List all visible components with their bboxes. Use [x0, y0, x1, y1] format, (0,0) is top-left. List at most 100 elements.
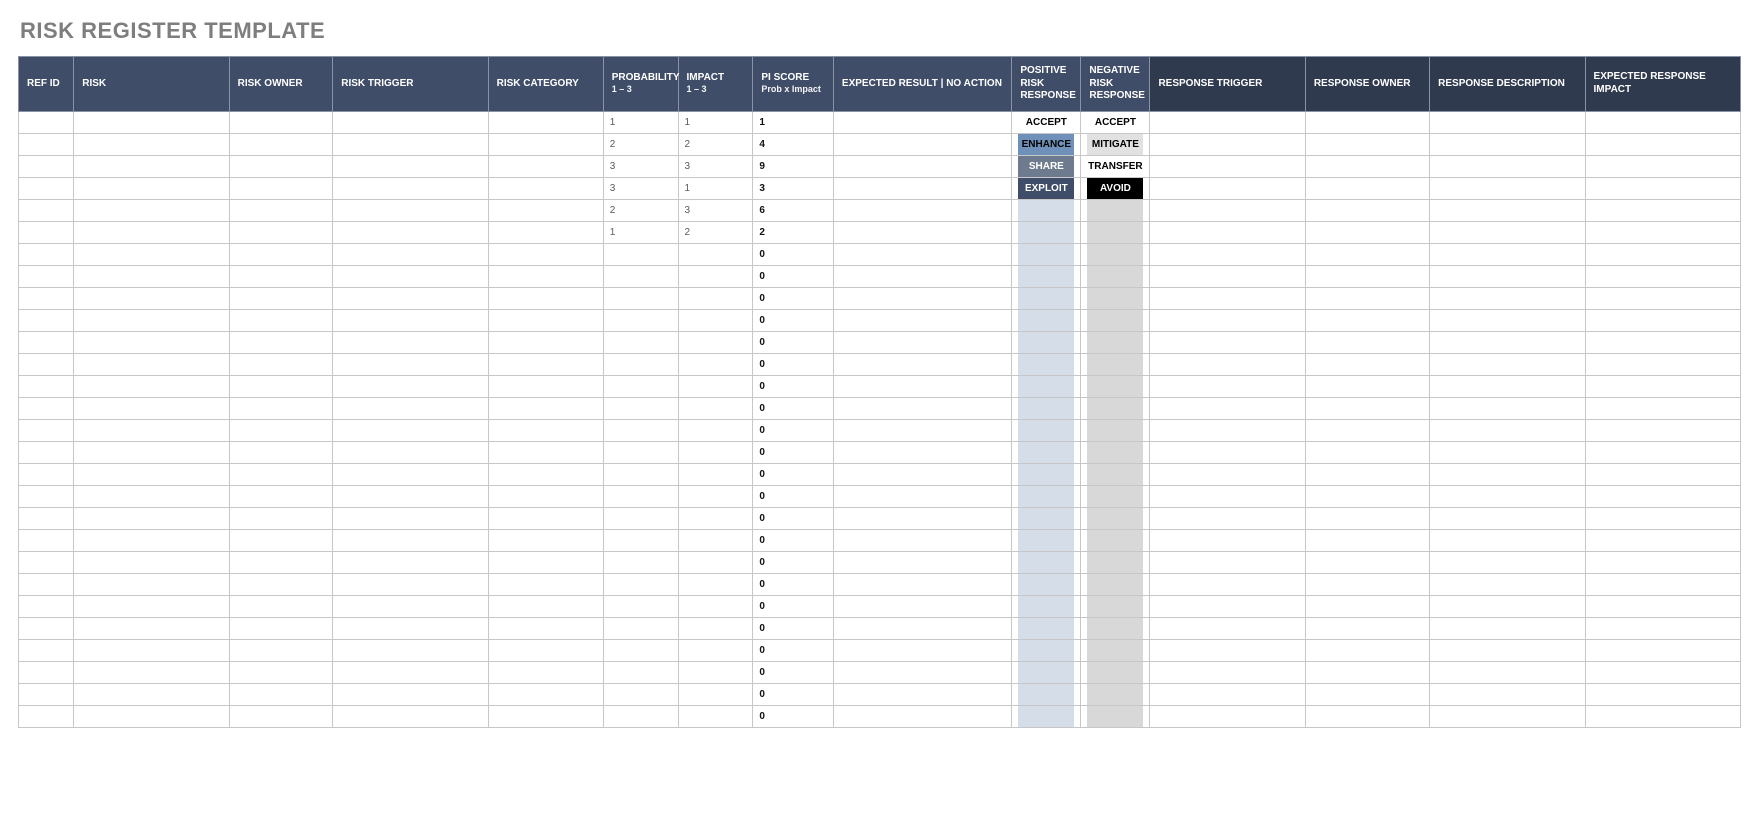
- cell-response-trigger[interactable]: [1150, 485, 1305, 507]
- cell-response-impact[interactable]: [1585, 463, 1740, 485]
- cell-expected[interactable]: [833, 573, 1011, 595]
- cell-response-trigger[interactable]: [1150, 331, 1305, 353]
- cell-probability[interactable]: [603, 265, 678, 287]
- cell-probability[interactable]: [603, 705, 678, 727]
- cell-owner[interactable]: [229, 177, 333, 199]
- cell-response-impact[interactable]: [1585, 397, 1740, 419]
- cell-risk[interactable]: [74, 441, 229, 463]
- cell-response-trigger[interactable]: [1150, 705, 1305, 727]
- cell-owner[interactable]: [229, 331, 333, 353]
- cell-negative-response[interactable]: [1081, 463, 1150, 485]
- cell-negative-response[interactable]: TRANSFER: [1081, 155, 1150, 177]
- cell-negative-response[interactable]: [1081, 441, 1150, 463]
- cell-response-owner[interactable]: [1305, 243, 1429, 265]
- cell-positive-response[interactable]: [1012, 507, 1081, 529]
- cell-risk[interactable]: [74, 309, 229, 331]
- cell-response-impact[interactable]: [1585, 661, 1740, 683]
- cell-risk[interactable]: [74, 507, 229, 529]
- cell-negative-response[interactable]: [1081, 199, 1150, 221]
- cell-response-owner[interactable]: [1305, 309, 1429, 331]
- cell-impact[interactable]: [678, 353, 753, 375]
- cell-impact[interactable]: [678, 265, 753, 287]
- cell-negative-response[interactable]: [1081, 639, 1150, 661]
- cell-impact[interactable]: [678, 639, 753, 661]
- cell-response-impact[interactable]: [1585, 639, 1740, 661]
- cell-response-impact[interactable]: [1585, 111, 1740, 133]
- cell-expected[interactable]: [833, 705, 1011, 727]
- cell-trigger[interactable]: [333, 243, 488, 265]
- cell-positive-response[interactable]: [1012, 441, 1081, 463]
- cell-risk[interactable]: [74, 155, 229, 177]
- cell-risk[interactable]: [74, 243, 229, 265]
- cell-ref[interactable]: [19, 639, 74, 661]
- cell-negative-response[interactable]: [1081, 661, 1150, 683]
- cell-positive-response[interactable]: [1012, 573, 1081, 595]
- cell-risk[interactable]: [74, 287, 229, 309]
- cell-risk[interactable]: [74, 661, 229, 683]
- cell-expected[interactable]: [833, 353, 1011, 375]
- cell-response-trigger[interactable]: [1150, 177, 1305, 199]
- cell-owner[interactable]: [229, 463, 333, 485]
- cell-risk[interactable]: [74, 463, 229, 485]
- cell-response-description[interactable]: [1430, 111, 1585, 133]
- cell-owner[interactable]: [229, 639, 333, 661]
- cell-response-description[interactable]: [1430, 529, 1585, 551]
- cell-positive-response[interactable]: [1012, 463, 1081, 485]
- cell-impact[interactable]: [678, 441, 753, 463]
- cell-category[interactable]: [488, 331, 603, 353]
- cell-positive-response[interactable]: [1012, 375, 1081, 397]
- cell-impact[interactable]: 2: [678, 221, 753, 243]
- cell-owner[interactable]: [229, 617, 333, 639]
- cell-expected[interactable]: [833, 551, 1011, 573]
- cell-risk[interactable]: [74, 683, 229, 705]
- cell-response-impact[interactable]: [1585, 485, 1740, 507]
- cell-owner[interactable]: [229, 683, 333, 705]
- cell-response-trigger[interactable]: [1150, 661, 1305, 683]
- cell-impact[interactable]: 1: [678, 111, 753, 133]
- cell-response-trigger[interactable]: [1150, 683, 1305, 705]
- cell-risk[interactable]: [74, 199, 229, 221]
- cell-owner[interactable]: [229, 111, 333, 133]
- cell-risk[interactable]: [74, 265, 229, 287]
- cell-response-impact[interactable]: [1585, 221, 1740, 243]
- cell-owner[interactable]: [229, 595, 333, 617]
- cell-response-trigger[interactable]: [1150, 309, 1305, 331]
- cell-ref[interactable]: [19, 287, 74, 309]
- cell-impact[interactable]: [678, 529, 753, 551]
- cell-owner[interactable]: [229, 287, 333, 309]
- cell-ref[interactable]: [19, 573, 74, 595]
- cell-impact[interactable]: [678, 573, 753, 595]
- cell-owner[interactable]: [229, 133, 333, 155]
- cell-owner[interactable]: [229, 551, 333, 573]
- cell-response-description[interactable]: [1430, 639, 1585, 661]
- cell-positive-response[interactable]: [1012, 309, 1081, 331]
- cell-category[interactable]: [488, 485, 603, 507]
- cell-impact[interactable]: [678, 683, 753, 705]
- cell-response-impact[interactable]: [1585, 551, 1740, 573]
- cell-owner[interactable]: [229, 485, 333, 507]
- cell-positive-response[interactable]: [1012, 419, 1081, 441]
- cell-negative-response[interactable]: [1081, 683, 1150, 705]
- cell-trigger[interactable]: [333, 683, 488, 705]
- cell-response-owner[interactable]: [1305, 419, 1429, 441]
- cell-impact[interactable]: [678, 507, 753, 529]
- cell-impact[interactable]: [678, 551, 753, 573]
- cell-expected[interactable]: [833, 375, 1011, 397]
- cell-negative-response[interactable]: [1081, 573, 1150, 595]
- cell-positive-response[interactable]: [1012, 705, 1081, 727]
- cell-negative-response[interactable]: [1081, 551, 1150, 573]
- cell-response-description[interactable]: [1430, 661, 1585, 683]
- cell-category[interactable]: [488, 155, 603, 177]
- cell-owner[interactable]: [229, 507, 333, 529]
- cell-positive-response[interactable]: [1012, 397, 1081, 419]
- cell-impact[interactable]: [678, 243, 753, 265]
- cell-category[interactable]: [488, 265, 603, 287]
- cell-response-impact[interactable]: [1585, 287, 1740, 309]
- cell-probability[interactable]: [603, 353, 678, 375]
- cell-response-impact[interactable]: [1585, 441, 1740, 463]
- cell-category[interactable]: [488, 397, 603, 419]
- cell-response-owner[interactable]: [1305, 529, 1429, 551]
- cell-response-description[interactable]: [1430, 309, 1585, 331]
- cell-negative-response[interactable]: [1081, 309, 1150, 331]
- cell-response-owner[interactable]: [1305, 683, 1429, 705]
